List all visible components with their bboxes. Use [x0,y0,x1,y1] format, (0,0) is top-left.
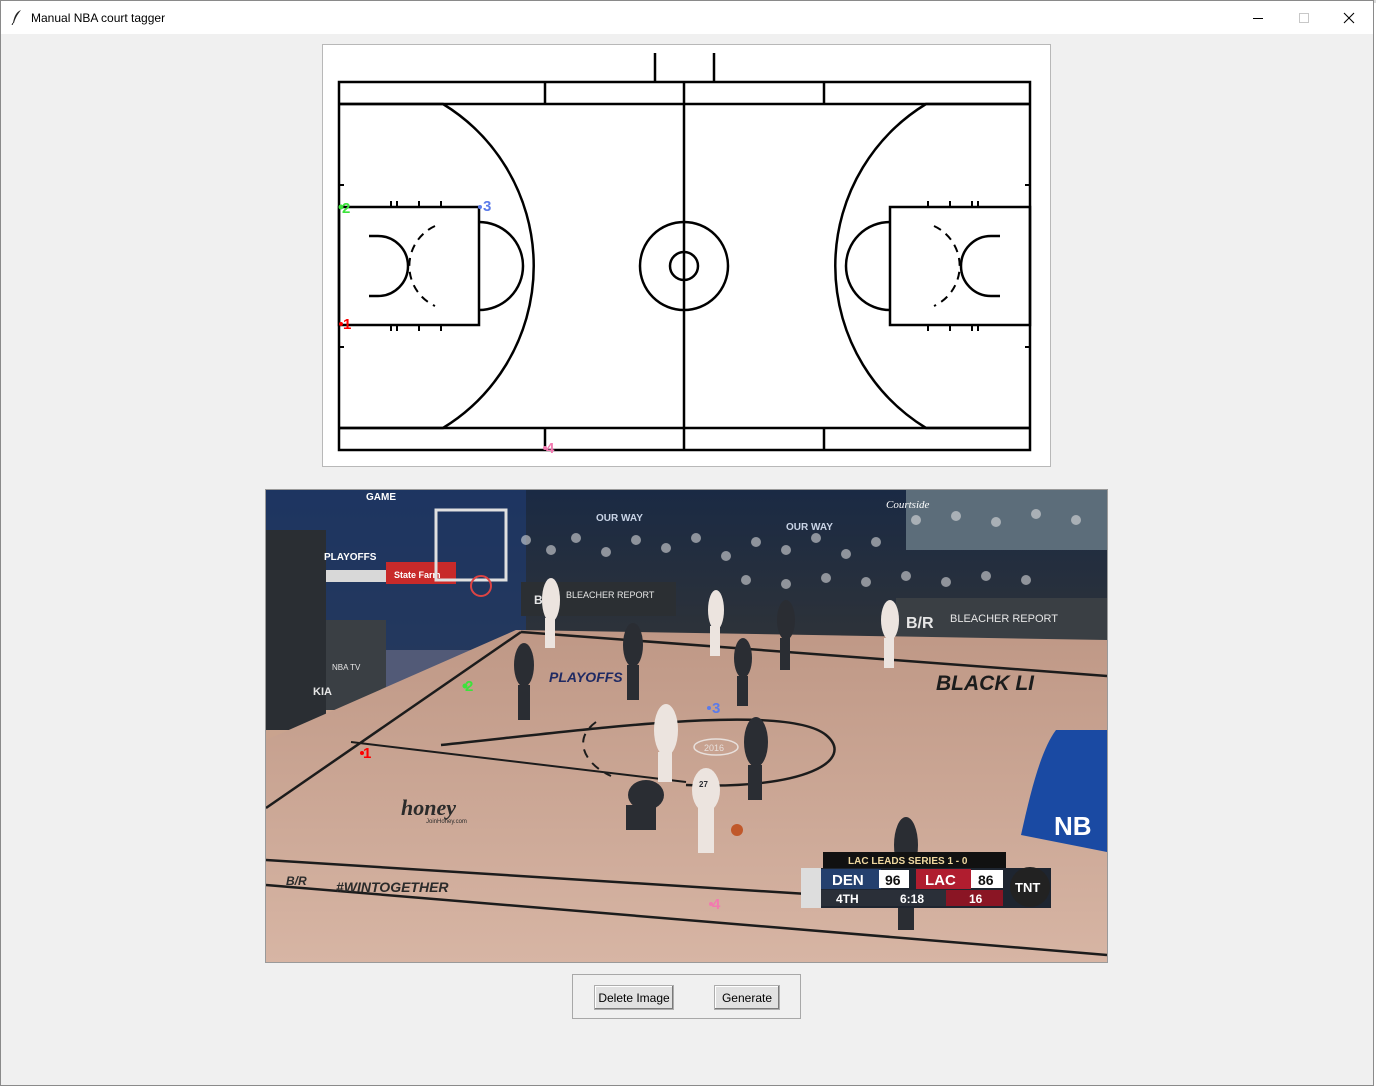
court-marker-1-label: 1 [343,316,351,333]
banner-our-way-2: OUR WAY [786,522,833,533]
banner-game: GAME [366,492,396,503]
frame-marker-4-label: 4 [712,896,721,913]
floor-br: B/R [286,874,307,888]
basketball [731,824,743,836]
team1-score: 96 [885,872,901,888]
floor-plate: 2016 [704,743,724,753]
feather-icon [11,10,21,25]
maximize-button[interactable] [1281,1,1327,34]
scoreboard-period: 4TH [836,892,859,906]
ad-state-farm: State Farm [394,570,441,580]
frame-marker-3-label: 3 [712,700,720,717]
ad-bleacher-report-right: BLEACHER REPORT [950,613,1058,625]
court-marker-3-label: 3 [483,198,491,215]
network-logo: TNT [1015,880,1040,895]
nba-logo-icon [801,868,821,908]
video-frame: OUR WAY OUR WAY GAME Courtside B/R BLEAC… [266,490,1107,962]
action-panel: Delete Image Generate [572,974,801,1019]
app-window: Manual NBA court tagger 1 2 3 4 OUR WAY … [0,0,1374,1086]
ad-br-logo-right: B/R [906,615,934,632]
court-marker-2[interactable]: 2 [338,200,351,217]
close-button[interactable] [1326,1,1372,34]
video-frame-canvas[interactable]: OUR WAY OUR WAY GAME Courtside B/R BLEAC… [265,489,1108,963]
court-diagram-canvas[interactable]: 1 2 3 4 [322,44,1051,467]
generate-button[interactable]: Generate [714,985,780,1010]
frame-marker-1-label: 1 [363,745,371,762]
floor-playoffs: PLAYOFFS [549,669,623,685]
court-marker-4-label: 4 [546,440,555,457]
floor-black-lives: BLACK LI [936,672,1035,695]
left-three-point-arc [339,102,535,430]
title-bar: Manual NBA court tagger [1,1,1373,34]
right-three-point-arc [834,102,1030,430]
ad-bleacher-report: BLEACHER REPORT [566,590,655,600]
scoreboard-banner: LAC LEADS SERIES 1 - 0 [848,856,968,867]
minimize-button[interactable] [1235,1,1281,34]
window-title: Manual NBA court tagger [31,11,166,25]
minimize-icon [1253,17,1263,19]
frame-marker-2-label: 2 [465,678,473,695]
banner-playoffs-stanchion: PLAYOFFS [324,552,377,563]
floor-honey: honey [401,795,456,820]
floor-wintogether: #WINTOGETHER [336,879,449,895]
team1-name: DEN [832,872,864,889]
maximize-icon [1299,12,1309,23]
court-diagram: 1 2 3 4 [337,53,1032,457]
ad-nba-tv: NBA TV [332,663,361,672]
floor-nba: NB [1054,811,1092,841]
banner-our-way-1: OUR WAY [596,513,643,524]
court-marker-1[interactable]: 1 [339,316,351,333]
scoreboard-clock: 6:18 [900,892,924,906]
close-icon [1343,12,1355,23]
floor-honey-url: JoinHoney.com [426,819,467,825]
court-marker-2-label: 2 [342,200,350,217]
delete-image-button[interactable]: Delete Image [594,985,674,1010]
banner-courtside: Courtside [886,499,930,511]
team2-name: LAC [925,872,956,889]
team2-score: 86 [978,872,994,888]
ad-kia: KIA [313,686,332,698]
frame-marker-2[interactable]: 2 [462,678,474,695]
scoreboard-shot-clock: 16 [969,892,983,906]
player-jersey-number: 27 [699,780,708,789]
